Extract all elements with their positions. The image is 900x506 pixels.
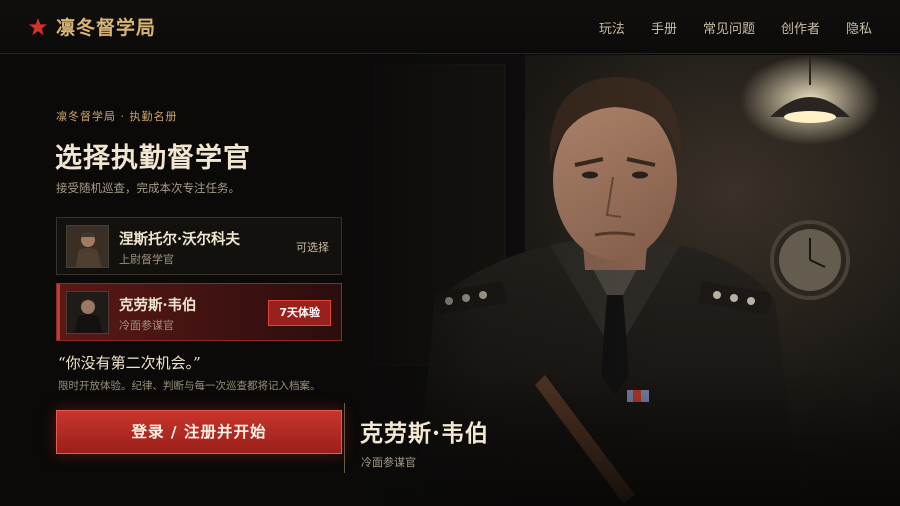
avatar [66, 291, 109, 334]
officer-quote: “你没有第二次机会。” [58, 354, 201, 372]
officer-name: 克劳斯·韦伯 [119, 297, 197, 314]
login-register-start-button[interactable]: 登录 / 注册并开始 [56, 410, 342, 454]
nav-gameplay[interactable]: 玩法 [599, 18, 625, 37]
top-bar: 凛冬督学局 玩法 手册 常见问题 创作者 隐私 [0, 0, 900, 54]
nav-privacy[interactable]: 隐私 [846, 18, 872, 37]
trial-badge[interactable]: 7天体验 [268, 300, 331, 326]
selected-officer-role: 冷面参谋官 [361, 456, 416, 469]
status-badge: 可选择 [296, 241, 329, 254]
brand-name: 凛冬督学局 [56, 17, 157, 39]
nav-faq[interactable]: 常见问题 [703, 18, 755, 37]
avatar [66, 225, 109, 268]
main-nav: 玩法 手册 常见问题 创作者 隐私 [599, 18, 872, 37]
divider [344, 403, 345, 473]
page-subtitle: 接受随机巡查，完成本次专注任务。 [56, 181, 240, 195]
red-star-icon [28, 17, 48, 35]
section-kicker: 凛冬督学局 · 执勤名册 [56, 110, 178, 123]
brand[interactable]: 凛冬督学局 [28, 13, 156, 40]
page-title: 选择执勤督学官 [55, 143, 251, 174]
officer-card-weber[interactable]: 克劳斯·韦伯 冷面参谋官 7天体验 [56, 283, 342, 341]
officer-role: 上尉督学官 [119, 253, 174, 266]
nav-manual[interactable]: 手册 [651, 18, 677, 37]
officer-role: 冷面参谋官 [119, 319, 174, 332]
officer-card-volkov[interactable]: 涅斯托尔·沃尔科夫 上尉督学官 可选择 [56, 217, 342, 275]
officer-name: 涅斯托尔·沃尔科夫 [119, 231, 241, 248]
trial-note: 限时开放体验。纪律、判断与每一次巡查都将记入档案。 [58, 380, 321, 392]
nav-creators[interactable]: 创作者 [781, 18, 820, 37]
selected-officer-name: 克劳斯·韦伯 [360, 420, 490, 447]
